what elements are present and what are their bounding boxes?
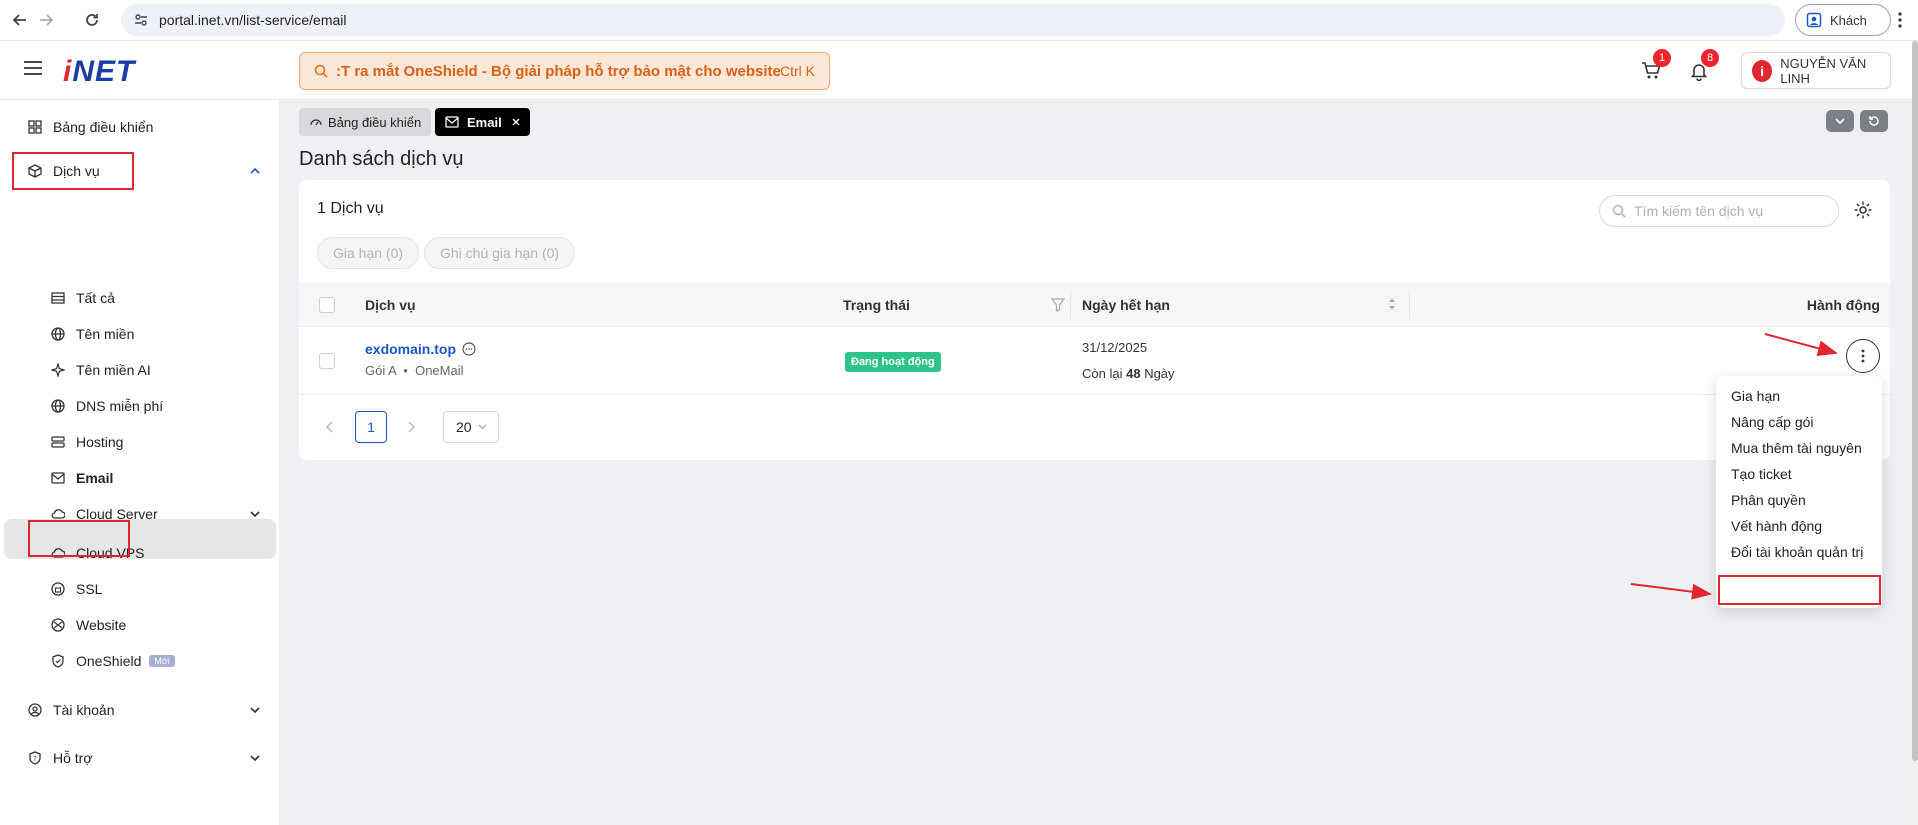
- arrow-to-change-admin: [1630, 583, 1712, 600]
- arrow-to-action-button: [1764, 333, 1838, 357]
- annotation-arrows: [1630, 333, 1838, 600]
- page-scrollbar[interactable]: [1912, 41, 1918, 825]
